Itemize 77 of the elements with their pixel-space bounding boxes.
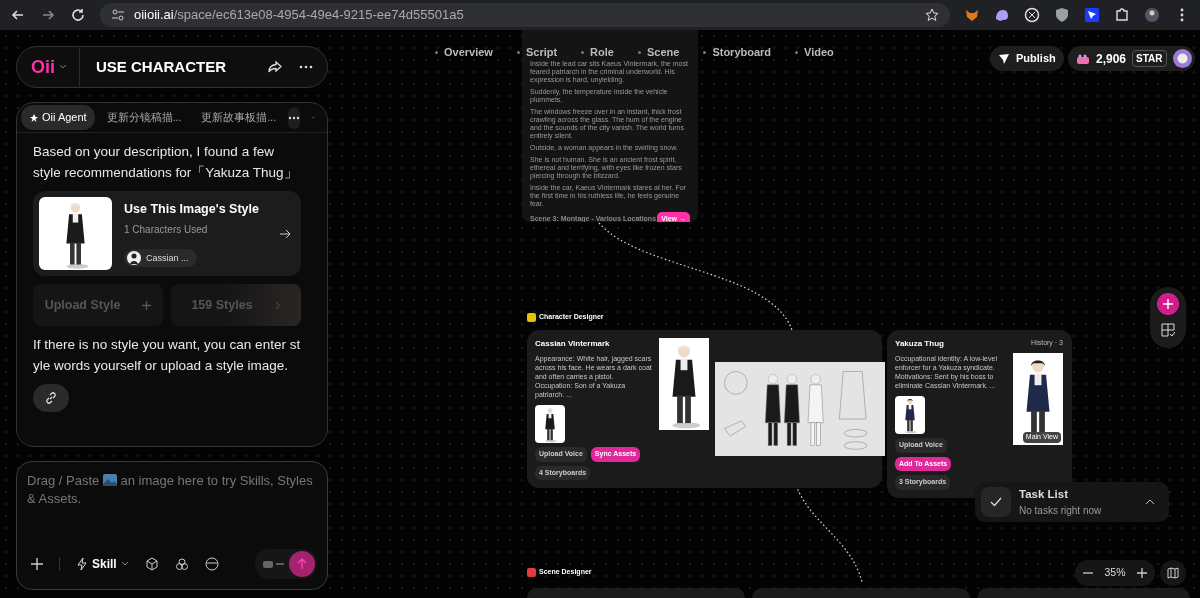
character-card[interactable] (887, 330, 1072, 498)
scene-icon (527, 567, 536, 577)
skill-dropdown[interactable]: Skill (76, 555, 129, 573)
message-input-field[interactable]: Drag / Paste an image here to try Skills, Styles & Assets. Skill (16, 461, 328, 590)
character-chip[interactable]: Cassian ... (124, 249, 197, 268)
share-icon[interactable] (267, 60, 283, 74)
logo[interactable]: Oii (31, 53, 55, 81)
plus-icon (1163, 299, 1173, 309)
circles-icon[interactable] (174, 557, 189, 571)
agent-message: If there is no style you want, you can enter style words yourself or upload a style image. (33, 336, 301, 375)
arrow-right-icon[interactable] (279, 228, 291, 239)
nav-link[interactable]: Video (795, 44, 834, 61)
credits-pill[interactable]: 2,906 STAR (1068, 46, 1195, 71)
lightning-icon (76, 557, 88, 571)
agent-tab[interactable]: Oii Agent (21, 105, 95, 130)
puzzle-icon[interactable] (1114, 7, 1130, 23)
style-card[interactable]: Use This Image's Style 1 Characters Used Cassian ... (33, 191, 301, 276)
agent-tab[interactable]: 更新分镜稿描... (98, 105, 190, 130)
add-node-button[interactable] (1157, 293, 1179, 315)
nav-link[interactable]: Role (581, 44, 614, 61)
card-subtitle: 1 Characters Used (124, 223, 209, 238)
publish-button[interactable]: Publish (990, 46, 1064, 71)
crown-icon (527, 312, 536, 322)
zoom-level: 35% (1104, 565, 1126, 581)
caret-icon (120, 561, 129, 567)
hexagon-extension-icon[interactable] (1024, 7, 1040, 23)
link-button[interactable] (33, 384, 69, 412)
agent-message: Based on your description, I found a few style recommendations for「Yakuza Thug」 (33, 143, 299, 182)
chevron-right-icon (274, 300, 281, 310)
cube-icon[interactable] (144, 557, 159, 571)
credit-count: 2,906 (1096, 50, 1127, 68)
reload-icon[interactable] (70, 7, 86, 23)
image-icon (102, 474, 117, 486)
more-tabs-button[interactable] (288, 106, 301, 129)
agent-tab[interactable]: 更新故事板描... (193, 105, 285, 130)
send-icon (998, 52, 1010, 65)
cursor-extension-icon[interactable] (1084, 7, 1100, 23)
chevron-down-icon[interactable] (59, 64, 67, 70)
pin-icon (29, 113, 39, 124)
link-icon (45, 392, 57, 404)
card-title: Use This Image's Style (124, 200, 260, 218)
plus-icon (142, 300, 152, 310)
task-list-panel[interactable]: Task List No tasks right now (975, 482, 1169, 522)
shield-extension-icon[interactable] (1054, 7, 1070, 23)
more-icon[interactable] (299, 65, 313, 69)
check-icon (981, 487, 1011, 517)
character-name: Yakuza Thug (895, 338, 945, 350)
more-icon (288, 115, 301, 120)
map-icon (1167, 567, 1179, 579)
bookmark-star-icon[interactable] (924, 7, 940, 23)
add-icon[interactable] (31, 558, 43, 570)
site-settings-icon[interactable] (110, 7, 126, 23)
map-button[interactable] (1160, 560, 1186, 586)
nav-link[interactable]: Scene (637, 44, 680, 61)
page-title: USE CHARACTER (96, 56, 227, 77)
avatar-icon (127, 251, 141, 266)
send-button[interactable] (289, 551, 315, 577)
zoom-in-icon[interactable] (1137, 568, 1147, 578)
avatar-icon[interactable] (1172, 49, 1192, 68)
fox-extension-icon[interactable] (964, 7, 980, 23)
cake-icon (1076, 52, 1090, 65)
task-list-title: Task List (1019, 486, 1069, 502)
address-bar[interactable]: oiioii.ai/space/ec613e08-4954-49e4-9215-ee74d55501a5 (100, 3, 950, 27)
arrow-up-icon (297, 558, 307, 570)
chevron-up-icon[interactable] (1145, 499, 1155, 505)
grid-check-icon[interactable] (1161, 323, 1175, 337)
nav-link[interactable]: Script (516, 44, 558, 61)
profile-icon[interactable] (1144, 7, 1160, 23)
credit-unit: STAR (1132, 50, 1167, 67)
task-list-status: No tasks right now (1019, 504, 1102, 519)
ghost-extension-icon[interactable] (994, 7, 1010, 23)
character-card[interactable] (527, 330, 882, 488)
mascot-icon[interactable] (263, 559, 285, 569)
nav-link[interactable]: Overview (435, 44, 493, 61)
url-text: oiioii.ai/space/ec613e08-4954-49e4-9215-ee74d55501a5 (134, 6, 464, 25)
character-name: Cassian Vintermark (535, 338, 611, 350)
nav-link[interactable]: Storyboard (703, 44, 772, 61)
